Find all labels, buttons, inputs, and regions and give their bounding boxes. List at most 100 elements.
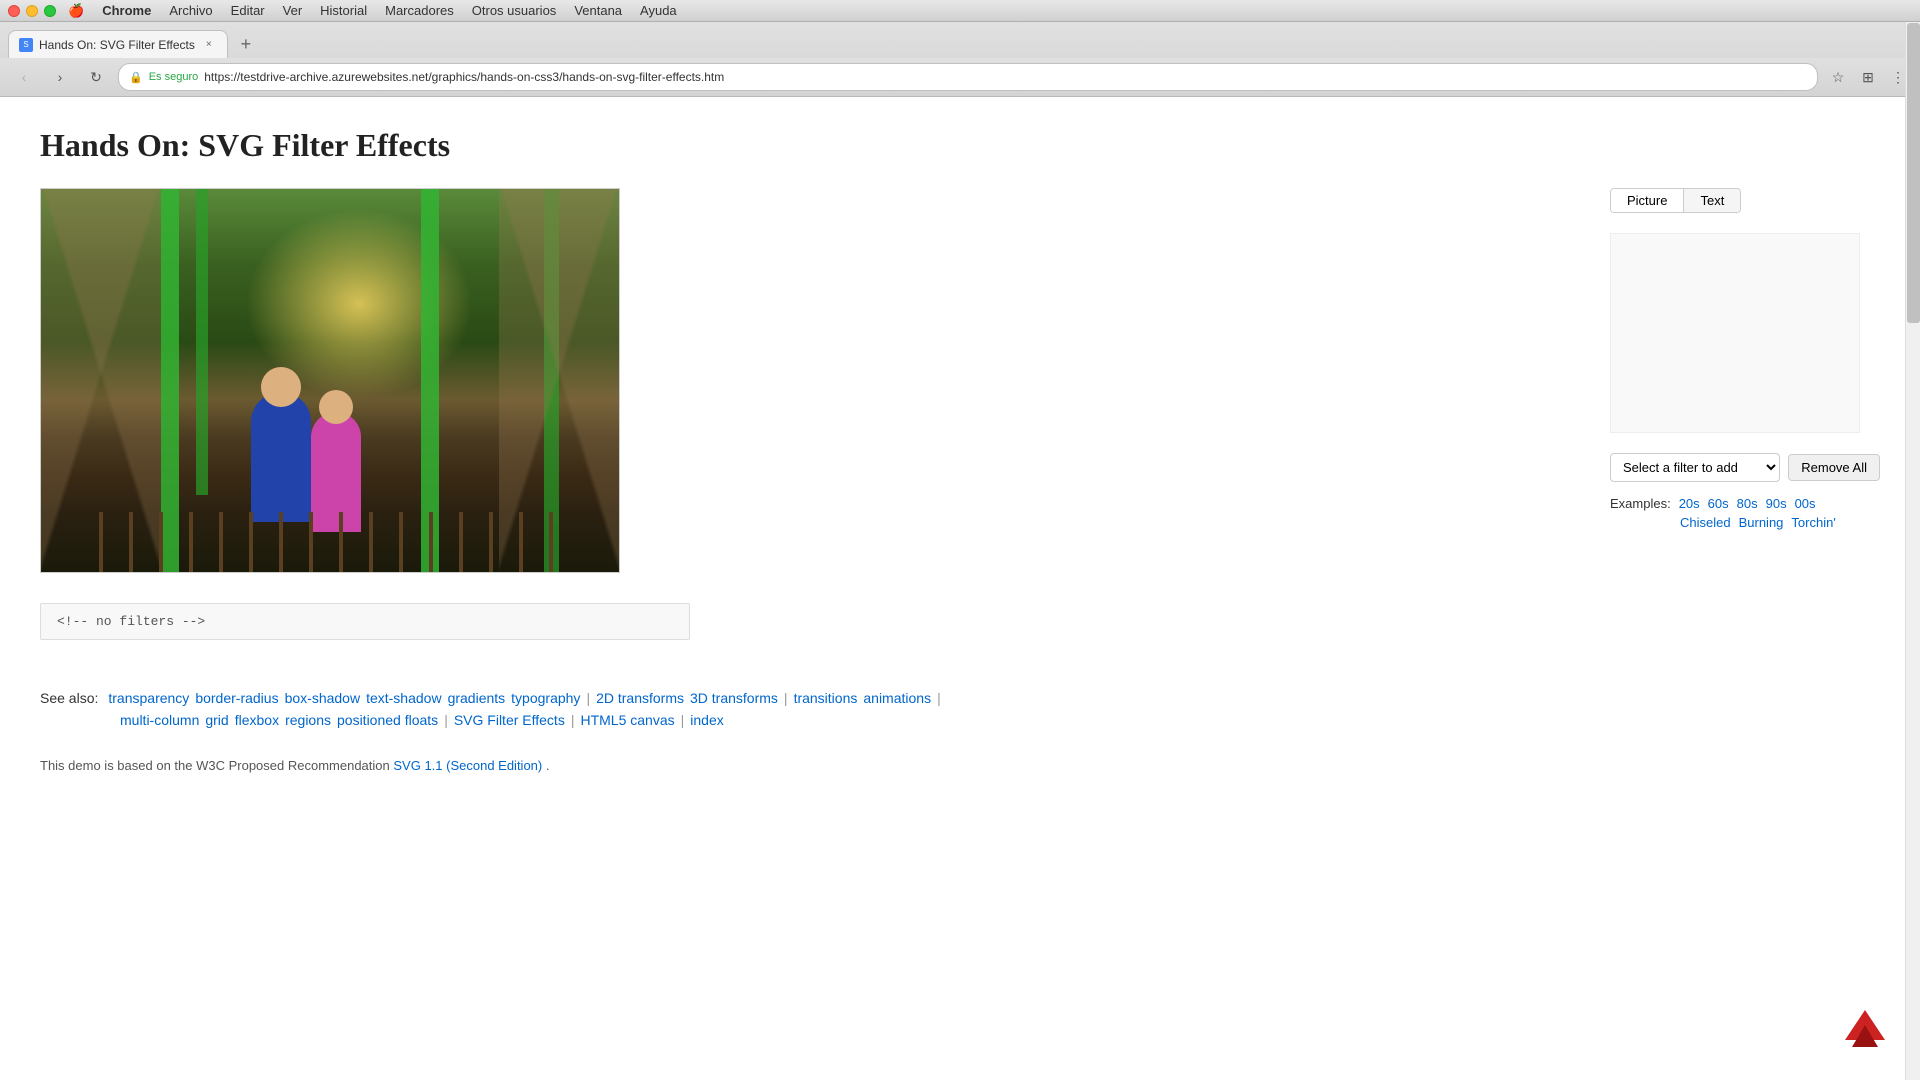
remove-all-button[interactable]: Remove All <box>1788 454 1880 481</box>
address-input[interactable]: 🔒 Es seguro https://testdrive-archive.az… <box>118 63 1818 91</box>
example-link-burning[interactable]: Burning <box>1739 515 1784 530</box>
separator4: | <box>444 712 448 728</box>
code-area: <!-- no filters --> <box>40 603 690 640</box>
code-block: <!-- no filters --> <box>40 603 690 640</box>
traffic-lights[interactable] <box>8 5 56 17</box>
active-tab[interactable]: S Hands On: SVG Filter Effects × <box>8 30 228 58</box>
left-panel: <!-- no filters --> <box>40 188 1580 640</box>
example-link-00s[interactable]: 00s <box>1795 496 1816 511</box>
separator5: | <box>571 712 575 728</box>
link-flexbox[interactable]: flexbox <box>235 712 279 728</box>
link-index[interactable]: index <box>690 712 723 728</box>
see-also-row1: See also: transparency border-radius box… <box>40 690 1880 706</box>
link-transparency[interactable]: transparency <box>108 690 189 706</box>
link-animations[interactable]: animations <box>863 690 931 706</box>
tab-favicon: S <box>19 38 33 52</box>
example-link-60s[interactable]: 60s <box>1708 496 1729 511</box>
example-link-90s[interactable]: 90s <box>1766 496 1787 511</box>
otros-usuarios-menu-item[interactable]: Otros usuarios <box>472 3 557 18</box>
example-link-80s[interactable]: 80s <box>1737 496 1758 511</box>
link-text-shadow[interactable]: text-shadow <box>366 690 441 706</box>
link-border-radius[interactable]: border-radius <box>195 690 278 706</box>
new-tab-button[interactable]: + <box>232 30 260 58</box>
scroll-thumb[interactable] <box>1907 23 1920 323</box>
tab-close-button[interactable]: × <box>201 37 217 53</box>
tab-bar: S Hands On: SVG Filter Effects × + <box>0 22 1920 58</box>
filter-tabs: Picture Text <box>1610 188 1741 213</box>
green-pillar-left2 <box>196 189 208 495</box>
link-box-shadow[interactable]: box-shadow <box>285 690 361 706</box>
see-also-row2: multi-column grid flexbox regions positi… <box>40 712 1880 728</box>
page-content: Hands On: SVG Filter Effects <!-- no fil… <box>0 97 1920 1081</box>
link-svg-filter-effects[interactable]: SVG Filter Effects <box>454 712 565 728</box>
footer-note: This demo is based on the W3C Proposed R… <box>40 758 1880 773</box>
apple-menu-icon[interactable]: 🍎 <box>68 3 84 19</box>
browser-chrome: S Hands On: SVG Filter Effects × + ‹ › ↻… <box>0 22 1920 97</box>
titlebar: 🍎 Chrome Archivo Editar Ver Historial Ma… <box>0 0 1920 22</box>
minimize-button[interactable] <box>26 5 38 17</box>
filter-select-row: Select a filter to add Remove All <box>1610 453 1880 482</box>
link-html5-canvas[interactable]: HTML5 canvas <box>580 712 674 728</box>
bridge-rails <box>99 512 561 572</box>
see-also: See also: transparency border-radius box… <box>40 680 1880 728</box>
address-bar-right: ☆ ⊞ ⋮ <box>1826 65 1910 89</box>
page-title: Hands On: SVG Filter Effects <box>40 127 1880 164</box>
example-link-chiseled[interactable]: Chiseled <box>1680 515 1731 530</box>
historial-menu-item[interactable]: Historial <box>320 3 367 18</box>
filter-preview-area <box>1610 233 1860 433</box>
separator1: | <box>586 690 590 706</box>
footer-period: . <box>546 758 550 773</box>
examples-row1: Examples: 20s 60s 80s 90s 00s <box>1610 496 1880 511</box>
ventana-menu-item[interactable]: Ventana <box>574 3 622 18</box>
ver-menu-item[interactable]: Ver <box>283 3 303 18</box>
separator2: | <box>784 690 788 706</box>
examples-label: Examples: <box>1610 496 1671 511</box>
link-positioned-floats[interactable]: positioned floats <box>337 712 438 728</box>
secure-label: Es seguro <box>149 71 199 83</box>
link-multi-column[interactable]: multi-column <box>120 712 199 728</box>
right-panel: Picture Text Select a filter to add Remo… <box>1610 188 1880 530</box>
forward-button[interactable]: › <box>46 63 74 91</box>
separator3: | <box>937 690 941 706</box>
link-typography[interactable]: typography <box>511 690 580 706</box>
examples-row2: Chiseled Burning Torchin' <box>1610 515 1880 530</box>
filter-controls: Select a filter to add Remove All Exampl… <box>1610 453 1880 530</box>
chrome-menu-item[interactable]: Chrome <box>102 3 151 18</box>
link-grid[interactable]: grid <box>205 712 228 728</box>
close-button[interactable] <box>8 5 20 17</box>
link-3d-transforms[interactable]: 3D transforms <box>690 690 778 706</box>
address-bar: ‹ › ↻ 🔒 Es seguro https://testdrive-arch… <box>0 58 1920 96</box>
ayuda-menu-item[interactable]: Ayuda <box>640 3 677 18</box>
footer-link[interactable]: SVG 1.1 (Second Edition) <box>393 758 542 773</box>
example-link-20s[interactable]: 20s <box>1679 496 1700 511</box>
maximize-button[interactable] <box>44 5 56 17</box>
see-also-label: See also: <box>40 690 98 706</box>
demo-image <box>40 188 620 573</box>
lock-icon: 🔒 <box>129 71 143 84</box>
examples-section: Examples: 20s 60s 80s 90s 00s Chiseled B… <box>1610 492 1880 530</box>
star-icon[interactable]: ☆ <box>1826 65 1850 89</box>
tab-picture[interactable]: Picture <box>1611 189 1684 212</box>
marcadores-menu-item[interactable]: Marcadores <box>385 3 454 18</box>
tab-text[interactable]: Text <box>1684 189 1740 212</box>
back-button[interactable]: ‹ <box>10 63 38 91</box>
link-regions[interactable]: regions <box>285 712 331 728</box>
link-transitions[interactable]: transitions <box>794 690 858 706</box>
refresh-button[interactable]: ↻ <box>82 63 110 91</box>
link-gradients[interactable]: gradients <box>448 690 506 706</box>
editar-menu-item[interactable]: Editar <box>231 3 265 18</box>
brand-logo[interactable] <box>1840 1005 1890 1050</box>
tab-title: Hands On: SVG Filter Effects <box>39 38 195 52</box>
filter-select-dropdown[interactable]: Select a filter to add <box>1610 453 1780 482</box>
separator6: | <box>681 712 685 728</box>
url-text: https://testdrive-archive.azurewebsites.… <box>204 70 1807 84</box>
main-layout: <!-- no filters --> Picture Text Select … <box>40 188 1880 640</box>
link-2d-transforms[interactable]: 2D transforms <box>596 690 684 706</box>
extensions-icon[interactable]: ⊞ <box>1856 65 1880 89</box>
scrollbar[interactable] <box>1905 22 1920 1080</box>
footer-text: This demo is based on the W3C Proposed R… <box>40 758 390 773</box>
archivo-menu-item[interactable]: Archivo <box>169 3 212 18</box>
person-blue <box>251 392 311 522</box>
example-link-torchin[interactable]: Torchin' <box>1791 515 1835 530</box>
titlebar-menu: 🍎 Chrome Archivo Editar Ver Historial Ma… <box>68 3 677 19</box>
